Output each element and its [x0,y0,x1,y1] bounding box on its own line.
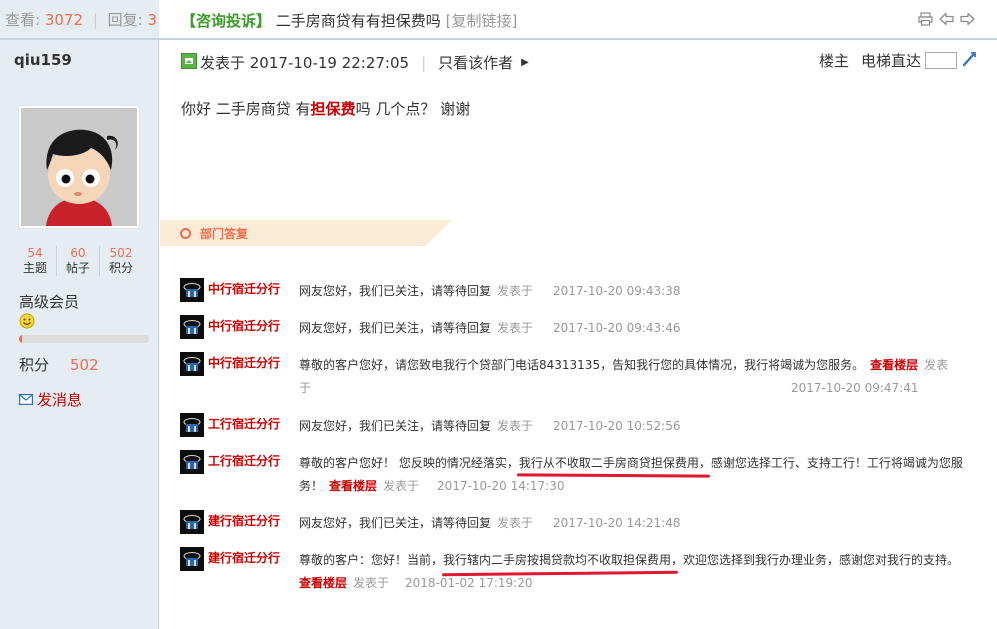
thread-title: 【咨询投诉】 二手房商贷有有担保费吗 [复制链接] [181,0,517,38]
reply-time: 2017-10-20 09:43:38 [553,284,681,298]
author-stats: 54 主题 60 帖子 502 积分 [14,246,142,276]
stat-threads-label: 主题 [22,261,47,275]
thread-tools [918,12,975,26]
bank-name-link[interactable]: 工行宿迁分行 [208,415,280,432]
bank-avatar-icon[interactable] [180,547,204,571]
bank-name-link[interactable]: 建行宿迁分行 [208,512,280,529]
bank-avatar-icon[interactable] [180,278,204,302]
bank-avatar-icon[interactable] [180,413,204,437]
post-content-end: 吗 几个点？ 谢谢 [355,100,471,118]
views-count: 3072 [44,11,84,29]
posted-at-label: 发表于 [383,479,420,493]
meta-separator: | [421,53,427,72]
floor-jump-input[interactable] [925,52,957,69]
circle-icon [180,228,191,239]
bank-name-link[interactable]: 中行宿迁分行 [208,280,280,297]
copy-link-button[interactable]: [复制链接] [446,12,518,30]
reply-time: 2017-10-20 09:43:46 [553,321,681,335]
jump-icon[interactable] [961,51,977,71]
view-floor-link[interactable]: 查看楼层 [299,576,347,590]
reply-body: 网友您好，我们已关注，请等待回复 发表于 2017-10-20 14:21:48 [299,512,967,535]
replies-count: 3 [147,11,158,29]
reply-time: 2017-10-20 10:52:56 [553,419,681,433]
bank-name-link[interactable]: 建行宿迁分行 [208,549,280,566]
stats-separator: | [92,11,98,29]
reply-text: 网友您好，我们已关注，请等待回复 [299,284,492,298]
member-rank[interactable]: 高级会员 [19,291,79,312]
posted-at-label: 发表于 [353,576,390,590]
reply-text: 尊敬的客户您好，请您致电我行个贷部门电话84313135，告知我行您的具体情况，… [299,358,865,372]
mail-icon [19,391,34,409]
thread-type-tag[interactable]: 【咨询投诉】 [181,12,271,30]
floor-label: 楼主 [818,52,849,70]
stat-points-value: 502 [109,246,133,260]
reply-text: 尊敬的客户：您好！当前，我行辖内二手房按揭贷款均不收取担保费用，欢迎您选择到我行… [299,553,960,567]
level-progress-bar [19,335,149,343]
send-message-button[interactable]: 发消息 [19,389,82,410]
posted-at-label: 发表于 [497,284,534,298]
points-value: 502 [70,356,99,374]
author-points: 积分 502 [19,354,99,375]
stat-posts[interactable]: 60 帖子 [56,246,99,276]
bank-name-link[interactable]: 中行宿迁分行 [208,317,280,334]
send-message-label: 发消息 [37,391,83,409]
stat-threads[interactable]: 54 主题 [14,246,56,276]
author-name[interactable]: qiu159 [14,51,72,69]
avatar[interactable] [18,105,140,229]
post-status-icon [181,52,197,73]
posted-at-label: 发表于 [497,516,534,530]
print-icon[interactable] [918,12,933,26]
next-thread-icon[interactable] [960,12,975,26]
views-label: 查看: [5,11,41,29]
reply-text: 网友您好，我们已关注，请等待回复 [299,419,492,433]
view-floor-link[interactable]: 查看楼层 [870,358,918,372]
thread-header-bar: 查看: 3072 | 回复: 3 【咨询投诉】 二手房商贷有有担保费吗 [复制链… [0,0,997,40]
only-author-link[interactable]: 只看该作者 [438,52,513,73]
bank-avatar-icon[interactable] [180,352,204,376]
stat-points[interactable]: 502 积分 [99,246,142,276]
thread-stats: 查看: 3072 | 回复: 3 [0,0,159,38]
post-time: 发表于 2017-10-19 22:27:05 [200,54,410,72]
post-content-start: 你好 二手房商贷 有 [181,100,311,118]
smiley-icon [19,313,35,333]
level-progress-fill [19,335,22,343]
reply-body: 网友您好，我们已关注，请等待回复 发表于 2017-10-20 10:52:56 [299,415,967,438]
bank-name-link[interactable]: 工行宿迁分行 [208,452,280,469]
posted-at-label: 发表于 [497,419,534,433]
reply-body: 尊敬的客户您好，请您致电我行个贷部门电话84313135，告知我行您的具体情况，… [299,354,967,400]
post-content-highlight: 担保费 [310,100,356,118]
stat-threads-value: 54 [27,246,43,260]
reply-body: 网友您好，我们已关注，请等待回复 发表于 2017-10-20 09:43:38 [299,280,967,303]
reply-time: 2017-10-20 09:47:41 [791,381,919,395]
reply-body: 网友您好，我们已关注，请等待回复 发表于 2017-10-20 09:43:46 [299,317,967,340]
posted-at-label: 发表于 [497,321,534,335]
thread-subject: 二手房商贷有有担保费吗 [275,12,441,30]
replies-label: 回复: [107,11,143,29]
points-label: 积分 [19,356,50,374]
department-reply-banner: 部门答复 [160,220,452,246]
reply-time: 2017-10-20 14:17:30 [437,479,565,493]
post-content: 你好 二手房商贷 有担保费吗 几个点？ 谢谢 [181,98,470,119]
elevator-label: 电梯直达 [860,52,921,70]
bank-name-link[interactable]: 中行宿迁分行 [208,354,280,371]
reply-time: 2018-01-02 17:19:20 [405,576,533,590]
reply-text: 网友您好，我们已关注，请等待回复 [299,516,492,530]
prev-thread-icon[interactable] [939,12,954,26]
author-sidebar: qiu159 54 主题 60 帖子 502 积分 高级会员 积分 502 发消… [0,40,159,629]
reply-time: 2017-10-20 14:21:48 [553,516,681,530]
caret-right-icon: ▶ [521,57,529,68]
post-meta: 发表于 2017-10-19 22:27:05 | 只看该作者 ▶ [181,52,529,73]
stat-posts-value: 60 [70,246,86,260]
bank-avatar-icon[interactable] [180,510,204,534]
reply-text: 网友您好，我们已关注，请等待回复 [299,321,492,335]
bank-avatar-icon[interactable] [180,315,204,339]
stat-posts-label: 帖子 [65,261,90,275]
department-reply-title: 部门答复 [200,227,249,241]
bank-avatar-icon[interactable] [180,450,204,474]
view-floor-link[interactable]: 查看楼层 [329,479,377,493]
floor-navigation: 楼主 电梯直达 [819,50,977,71]
stat-points-label: 积分 [108,261,133,275]
